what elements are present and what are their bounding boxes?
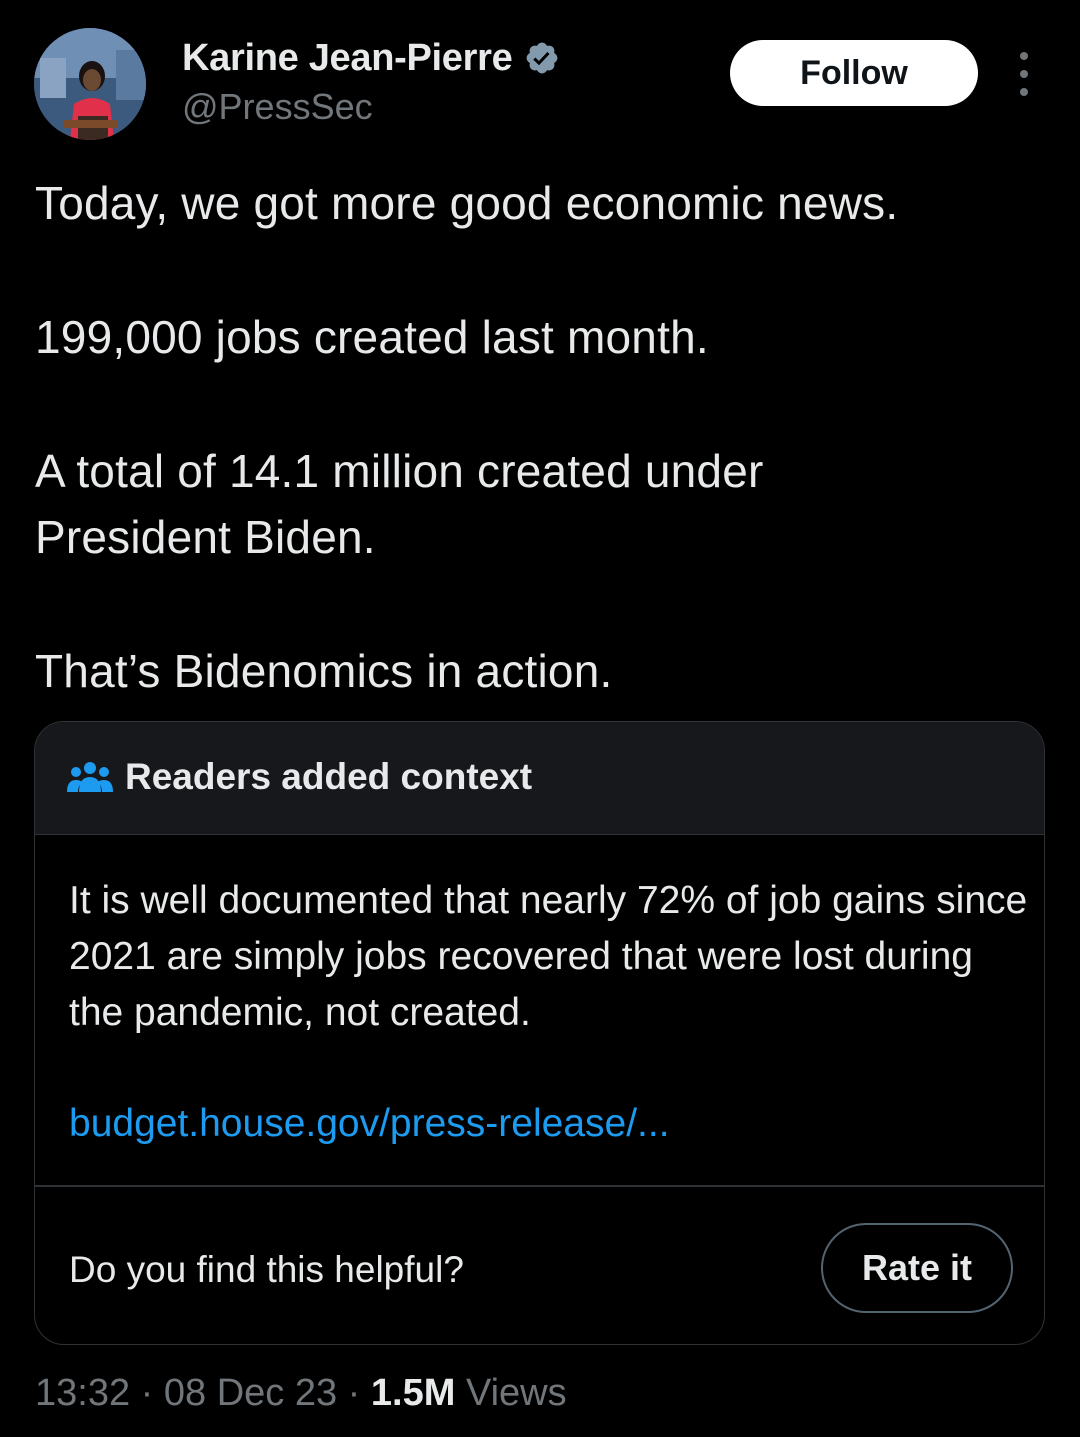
verified-badge-icon[interactable] [524,40,560,76]
tweet-meta: 13:32 · 08 Dec 23 · 1.5M Views [35,1372,567,1415]
readers-icon [67,760,113,796]
community-note-body: It is well documented that nearly 72% of… [69,879,1028,1034]
follow-button[interactable]: Follow [730,40,978,106]
dot [1020,70,1028,78]
tweet-paragraph: A total of 14.1 million created under Pr… [35,445,764,563]
dot [1020,88,1028,96]
display-name[interactable]: Karine Jean-Pierre [182,37,513,80]
views-count[interactable]: 1.5M [371,1372,455,1414]
separator: · [140,1372,154,1414]
profile-photo [34,28,146,140]
divider [35,1185,1044,1187]
tweet-text: Today, we got more good economic news. 1… [35,170,1045,704]
user-handle[interactable]: @PressSec [182,86,373,128]
tweet-time[interactable]: 13:32 [35,1372,130,1414]
views-label: Views [465,1372,567,1414]
tweet-paragraph: That’s Bidenomics in action. [35,645,613,697]
separator: · [347,1372,361,1414]
community-note-source-link[interactable]: budget.house.gov/press-release/... [69,1102,670,1146]
tweet-paragraph: Today, we got more good economic news. [35,177,899,229]
helpful-question: Do you find this helpful? [69,1249,464,1290]
dot [1020,52,1028,60]
community-note-header: Readers added context [35,722,1044,835]
more-vertical-icon[interactable] [1008,52,1040,96]
avatar[interactable] [34,28,146,140]
name-row: Karine Jean-Pierre [182,36,560,80]
tweet-date[interactable]: 08 Dec 23 [164,1372,337,1414]
tweet-paragraph: 199,000 jobs created last month. [35,311,709,363]
community-note: Readers added context It is well documen… [34,721,1045,1345]
tweet-header: Karine Jean-Pierre @PressSec Follow [0,0,1080,150]
rate-it-button[interactable]: Rate it [821,1223,1013,1313]
community-note-title: Readers added context [125,756,533,797]
